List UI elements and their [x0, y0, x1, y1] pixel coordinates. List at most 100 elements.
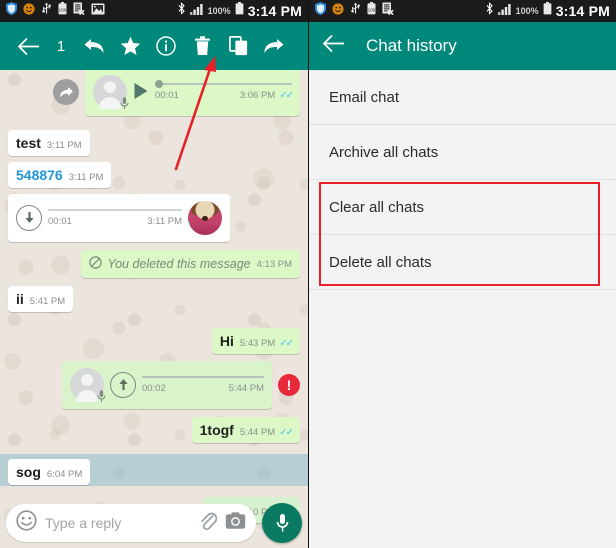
battery-saver-icon: 100 — [367, 2, 376, 20]
audio-track[interactable] — [48, 209, 182, 211]
audio-duration-label: 00:01 — [155, 90, 179, 101]
battery-saver-icon: 100 — [58, 2, 67, 20]
message-time-label: 3:11 PM — [46, 140, 82, 151]
text-message-bubble[interactable]: 1togf 5:44 PM ✓✓ — [191, 417, 300, 443]
message-time-label: 6:04 PM — [46, 469, 83, 480]
star-button[interactable] — [112, 22, 148, 70]
menu-item-delete-all-chats[interactable]: Delete all chats — [309, 235, 616, 290]
forward-button[interactable] — [256, 22, 292, 70]
audio-message-bubble[interactable]: 00:02 5:44 PM — [62, 361, 272, 409]
text-message-bubble[interactable]: sog 6:04 PM — [8, 459, 91, 485]
selected-count-label: 1 — [56, 37, 66, 55]
copy-button[interactable] — [220, 22, 256, 70]
text-message-bubble[interactable]: test 3:11 PM — [8, 130, 90, 156]
image-icon — [91, 2, 105, 20]
avatar — [70, 368, 106, 402]
voice-record-button[interactable] — [262, 503, 302, 543]
message-row[interactable]: test 3:11 PM — [8, 130, 300, 156]
menu-item-label: Email chat — [329, 89, 400, 106]
microphone-icon — [97, 390, 106, 402]
message-time-label: 4:13 PM — [256, 258, 292, 270]
reply-input-placeholder[interactable]: Type a reply — [45, 515, 191, 531]
info-button[interactable] — [148, 22, 184, 70]
audio-duration-label: 00:02 — [142, 383, 166, 394]
clock-label: 3:14 PM — [555, 3, 610, 19]
text-message-bubble[interactable]: ii 5:41 PM — [8, 286, 74, 312]
audio-track[interactable] — [155, 80, 292, 88]
audio-message-bubble[interactable]: 00:01 3:11 PM — [8, 194, 230, 242]
svg-text:100: 100 — [368, 8, 376, 13]
message-time-label: 3:06 PM — [239, 90, 276, 101]
download-button[interactable] — [16, 205, 42, 231]
usb-icon — [350, 2, 361, 20]
audio-knob[interactable] — [155, 80, 163, 88]
document-x-icon — [382, 2, 394, 20]
message-row[interactable]: sog 6:04 PM — [8, 459, 300, 485]
camera-icon[interactable] — [225, 511, 246, 535]
status-bar-right: 100 100% 3:14 PM — [309, 0, 616, 22]
menu-item-label: Delete all chats — [329, 253, 432, 271]
message-input-bar: Type a reply — [0, 498, 308, 548]
message-row[interactable]: You deleted this message 4:13 PM — [8, 250, 300, 278]
message-row[interactable]: Hi 5:43 PM ✓✓ — [8, 328, 300, 354]
chat-history-app-bar: Chat history — [309, 22, 616, 70]
message-time-label: 3:11 PM — [147, 216, 182, 227]
message-text-link[interactable]: 548876 — [16, 167, 63, 183]
audio-progress[interactable]: 00:02 5:44 PM — [142, 376, 264, 394]
battery-icon — [235, 2, 244, 20]
text-message-bubble[interactable]: 548876 3:11 PM — [8, 162, 112, 188]
message-row[interactable]: 00:02 5:44 PM ! — [8, 361, 300, 409]
chat-message-list[interactable]: 00:01 3:06 PM ✓✓ test 3:11 PM 548876 3:1… — [0, 70, 308, 548]
message-time-label: 3:11 PM — [68, 172, 104, 183]
avatar — [188, 201, 222, 235]
deleted-message-bubble[interactable]: You deleted this message 4:13 PM — [81, 250, 300, 278]
menu-item-archive-all-chats[interactable]: Archive all chats — [309, 125, 616, 180]
message-text: Hi — [219, 333, 234, 349]
message-row[interactable]: 00:01 3:11 PM — [8, 194, 300, 242]
page-title: Chat history — [366, 36, 457, 55]
reply-input-container[interactable]: Type a reply — [6, 504, 256, 542]
paperclip-icon[interactable] — [199, 511, 218, 536]
audio-message-bubble[interactable]: 00:01 3:06 PM ✓✓ — [85, 70, 300, 116]
menu-item-clear-all-chats[interactable]: Clear all chats — [309, 180, 616, 235]
delete-button[interactable] — [184, 22, 220, 70]
audio-duration-label: 00:01 — [48, 216, 72, 227]
right-panel-chat-history: 100 100% 3:14 PM Chat history Email chat… — [308, 0, 616, 548]
menu-item-label: Clear all chats — [329, 198, 425, 216]
signal-icon — [189, 2, 204, 20]
audio-track[interactable] — [142, 376, 264, 378]
message-row[interactable]: ii 5:41 PM — [8, 286, 300, 312]
message-time-label: 5:41 PM — [29, 296, 66, 307]
read-receipt-icon: ✓✓ — [279, 427, 294, 438]
back-button[interactable] — [10, 22, 46, 70]
dual-screenshot: 100 100% 3:14 PM 1 00:01 3:06 PM ✓✓ test… — [0, 0, 616, 548]
microphone-icon — [120, 97, 129, 109]
svg-text:100: 100 — [59, 8, 67, 13]
message-text: You deleted this message — [107, 257, 251, 271]
play-button[interactable] — [133, 82, 149, 103]
status-bar-system-icons: 100% 3:14 PM — [485, 2, 610, 20]
menu-item-email-chat[interactable]: Email chat — [309, 70, 616, 125]
battery-icon — [543, 2, 552, 20]
message-row[interactable]: 1togf 5:44 PM ✓✓ — [8, 417, 300, 443]
message-row[interactable]: 548876 3:11 PM — [8, 162, 300, 188]
smiley-icon — [23, 2, 35, 20]
signal-icon — [497, 2, 512, 20]
text-message-bubble[interactable]: Hi 5:43 PM ✓✓ — [211, 328, 300, 354]
reply-button[interactable] — [76, 22, 112, 70]
audio-progress[interactable]: 00:01 3:11 PM — [48, 209, 182, 227]
status-bar-system-icons: 100% 3:14 PM — [177, 2, 302, 20]
menu-item-label: Archive all chats — [329, 143, 439, 161]
message-time-label: 5:44 PM — [228, 383, 264, 394]
message-row[interactable]: 00:01 3:06 PM ✓✓ — [8, 70, 300, 116]
read-receipt-icon: ✓✓ — [279, 338, 294, 349]
upload-button[interactable] — [110, 372, 136, 398]
chat-history-menu: Email chat Archive all chats Clear all c… — [309, 70, 616, 548]
send-error-icon[interactable]: ! — [278, 374, 300, 396]
back-button[interactable] — [323, 35, 345, 57]
audio-progress[interactable]: 00:01 3:06 PM ✓✓ — [155, 80, 294, 101]
bluetooth-icon — [485, 2, 494, 20]
emoji-icon[interactable] — [16, 510, 37, 536]
selection-action-bar: 1 — [0, 22, 308, 70]
smiley-icon — [332, 2, 344, 20]
